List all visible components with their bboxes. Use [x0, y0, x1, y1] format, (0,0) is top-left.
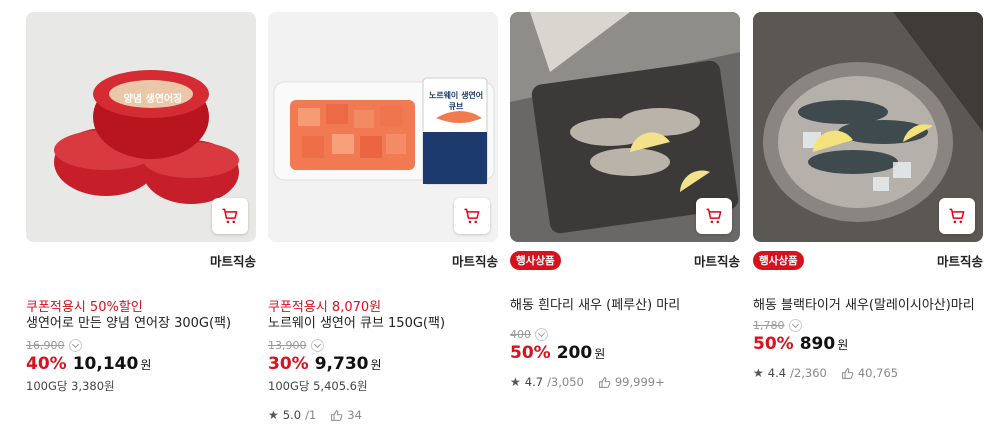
- cart-icon: [464, 208, 480, 224]
- product-image[interactable]: [510, 12, 740, 242]
- like-count: 99,999+: [614, 375, 665, 389]
- rating-score: 5.0: [282, 408, 302, 422]
- unit-price: 100G당 3,380원: [26, 379, 115, 393]
- original-price: 1,780: [753, 318, 785, 332]
- product-image[interactable]: 노르웨이 생연어 큐브: [268, 12, 498, 242]
- rating-row: ★ 4.7/3,050 99,999+: [510, 375, 740, 389]
- product-card-1[interactable]: 양념 생연어장 마트직송 쿠폰적용시 50%할인 생연어로 만든 양념 연어장 …: [26, 12, 256, 394]
- original-price: 400: [510, 327, 531, 341]
- shipping-label: 마트직송: [936, 254, 983, 269]
- add-to-cart-button[interactable]: [212, 198, 248, 234]
- shipping-label: 마트직송: [451, 254, 498, 269]
- chevron-down-icon[interactable]: [788, 318, 802, 332]
- currency: 원: [594, 347, 606, 361]
- sale-price: 890: [799, 334, 836, 354]
- chevron-down-icon[interactable]: [535, 327, 548, 341]
- product-card-3[interactable]: 행사상품 마트직송 해동 흰다리 새우 (페루산) 마리 400 50% 200…: [510, 12, 740, 389]
- sale-price: 10,140: [72, 354, 139, 374]
- chevron-down-icon[interactable]: [68, 338, 82, 352]
- product-name[interactable]: 생연어로 만든 양념 연어장 300G(팩): [26, 314, 256, 333]
- product-card-2[interactable]: 노르웨이 생연어 큐브 마트직송 쿠폰적용시 8,070원 노르웨이 생연어 큐…: [268, 12, 498, 422]
- sale-price: 9,730: [314, 354, 369, 374]
- add-to-cart-button[interactable]: [939, 198, 975, 234]
- shipping-label: 마트직송: [693, 254, 740, 269]
- rating-row: ★ 4.4/2,360 40,765: [753, 366, 983, 380]
- unit-price: 100G당 5,405.6원: [268, 379, 368, 393]
- rating-row: ★ 5.0/1 34: [268, 408, 498, 422]
- currency: 원: [140, 358, 152, 372]
- star-icon: ★: [753, 366, 764, 380]
- add-to-cart-button[interactable]: [696, 198, 732, 234]
- discount-rate: 50%: [753, 334, 794, 354]
- thumbs-up-icon: [330, 409, 343, 422]
- discount-rate: 30%: [268, 354, 309, 374]
- event-badge: 행사상품: [753, 251, 804, 270]
- event-badge: 행사상품: [510, 251, 561, 270]
- like-count: 40,765: [857, 366, 899, 380]
- thumbs-up-icon: [598, 376, 611, 389]
- add-to-cart-button[interactable]: [454, 198, 490, 234]
- chevron-down-icon[interactable]: [310, 338, 324, 352]
- currency: 원: [370, 358, 382, 372]
- coupon-text: 쿠폰적용시 8,070원: [268, 300, 382, 315]
- product-name[interactable]: 해동 흰다리 새우 (페루산) 마리: [510, 296, 740, 315]
- star-icon: ★: [268, 408, 279, 422]
- coupon-text: 쿠폰적용시 50%할인: [26, 300, 143, 315]
- sale-price: 200: [556, 343, 593, 363]
- original-price: 16,900: [26, 338, 65, 352]
- original-price: 13,900: [268, 338, 307, 352]
- review-count: /2,360: [790, 366, 827, 380]
- jar-label: 양념 생연어장: [123, 94, 183, 105]
- shipping-label: 마트직송: [209, 254, 256, 269]
- discount-rate: 40%: [26, 354, 67, 374]
- package-label: 노르웨이 생연어 큐브: [428, 91, 484, 111]
- cart-icon: [222, 208, 238, 224]
- star-icon: ★: [510, 375, 521, 389]
- discount-rate: 50%: [510, 343, 551, 363]
- product-image[interactable]: [753, 12, 983, 242]
- review-count: /1: [305, 408, 317, 422]
- cart-icon: [706, 208, 722, 224]
- product-name[interactable]: 해동 블랙타이거 새우(말레이시아산)마리: [753, 296, 983, 315]
- rating-score: 4.4: [767, 366, 787, 380]
- product-name[interactable]: 노르웨이 생연어 큐브 150G(팩): [268, 314, 498, 333]
- thumbs-up-icon: [841, 367, 854, 380]
- currency: 원: [837, 338, 849, 352]
- product-card-4[interactable]: 행사상품 마트직송 해동 블랙타이거 새우(말레이시아산)마리 1,780 50…: [753, 12, 983, 380]
- cart-icon: [949, 208, 965, 224]
- rating-score: 4.7: [524, 375, 544, 389]
- like-count: 34: [347, 408, 362, 422]
- review-count: /3,050: [547, 375, 584, 389]
- product-image[interactable]: 양념 생연어장: [26, 12, 256, 242]
